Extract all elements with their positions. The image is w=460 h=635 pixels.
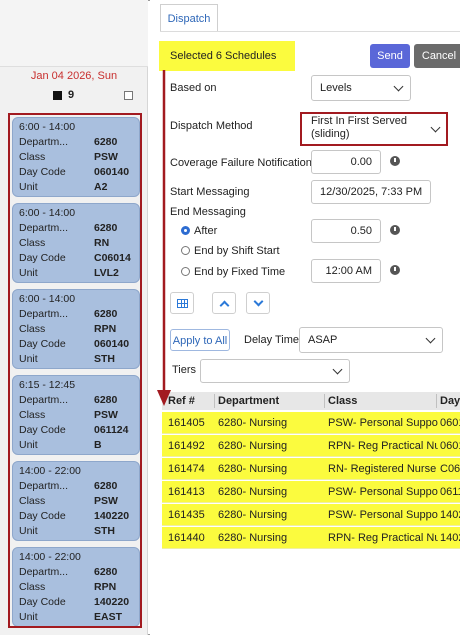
annotation-arrow (157, 70, 171, 406)
